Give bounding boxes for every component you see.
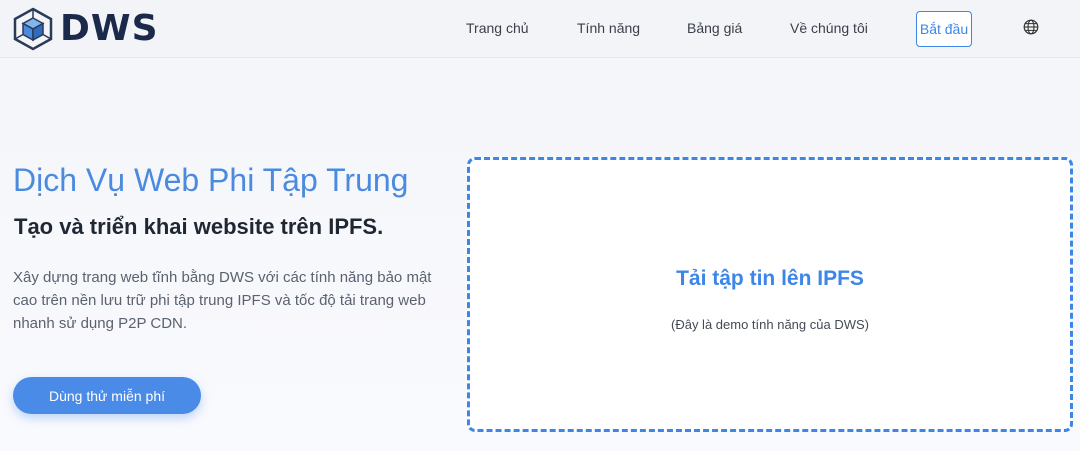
hero-description: Xây dựng trang web tĩnh bằng DWS với các… [13, 269, 432, 332]
top-nav-bar: DWS Trang chủ Tính năng Bảng giá Về chún… [0, 0, 1080, 58]
globe-icon[interactable] [1023, 19, 1039, 35]
nav-item-features[interactable]: Tính năng [577, 20, 640, 36]
ipfs-upload-dropzone[interactable]: Tải tập tin lên IPFS (Đây là demo tính n… [467, 157, 1073, 432]
cube-icon [13, 7, 53, 51]
hero-subtitle: Tạo và triển khai website trên IPFS. [14, 214, 384, 239]
hero-title: Dịch Vụ Web Phi Tập Trung [13, 162, 409, 198]
free-trial-button[interactable]: Dùng thử miễn phí [13, 377, 201, 414]
nav-item-home[interactable]: Trang chủ [466, 20, 529, 36]
brand-name: DWS [60, 8, 159, 49]
get-started-button[interactable]: Bắt đầu [916, 11, 972, 47]
brand-logo[interactable]: DWS [12, 7, 159, 51]
nav-item-about[interactable]: Về chúng tôi [790, 20, 868, 36]
upload-demo-note: (Đây là demo tính năng của DWS) [671, 317, 869, 332]
upload-title: Tải tập tin lên IPFS [676, 267, 864, 290]
nav-item-pricing[interactable]: Bảng giá [687, 20, 742, 36]
